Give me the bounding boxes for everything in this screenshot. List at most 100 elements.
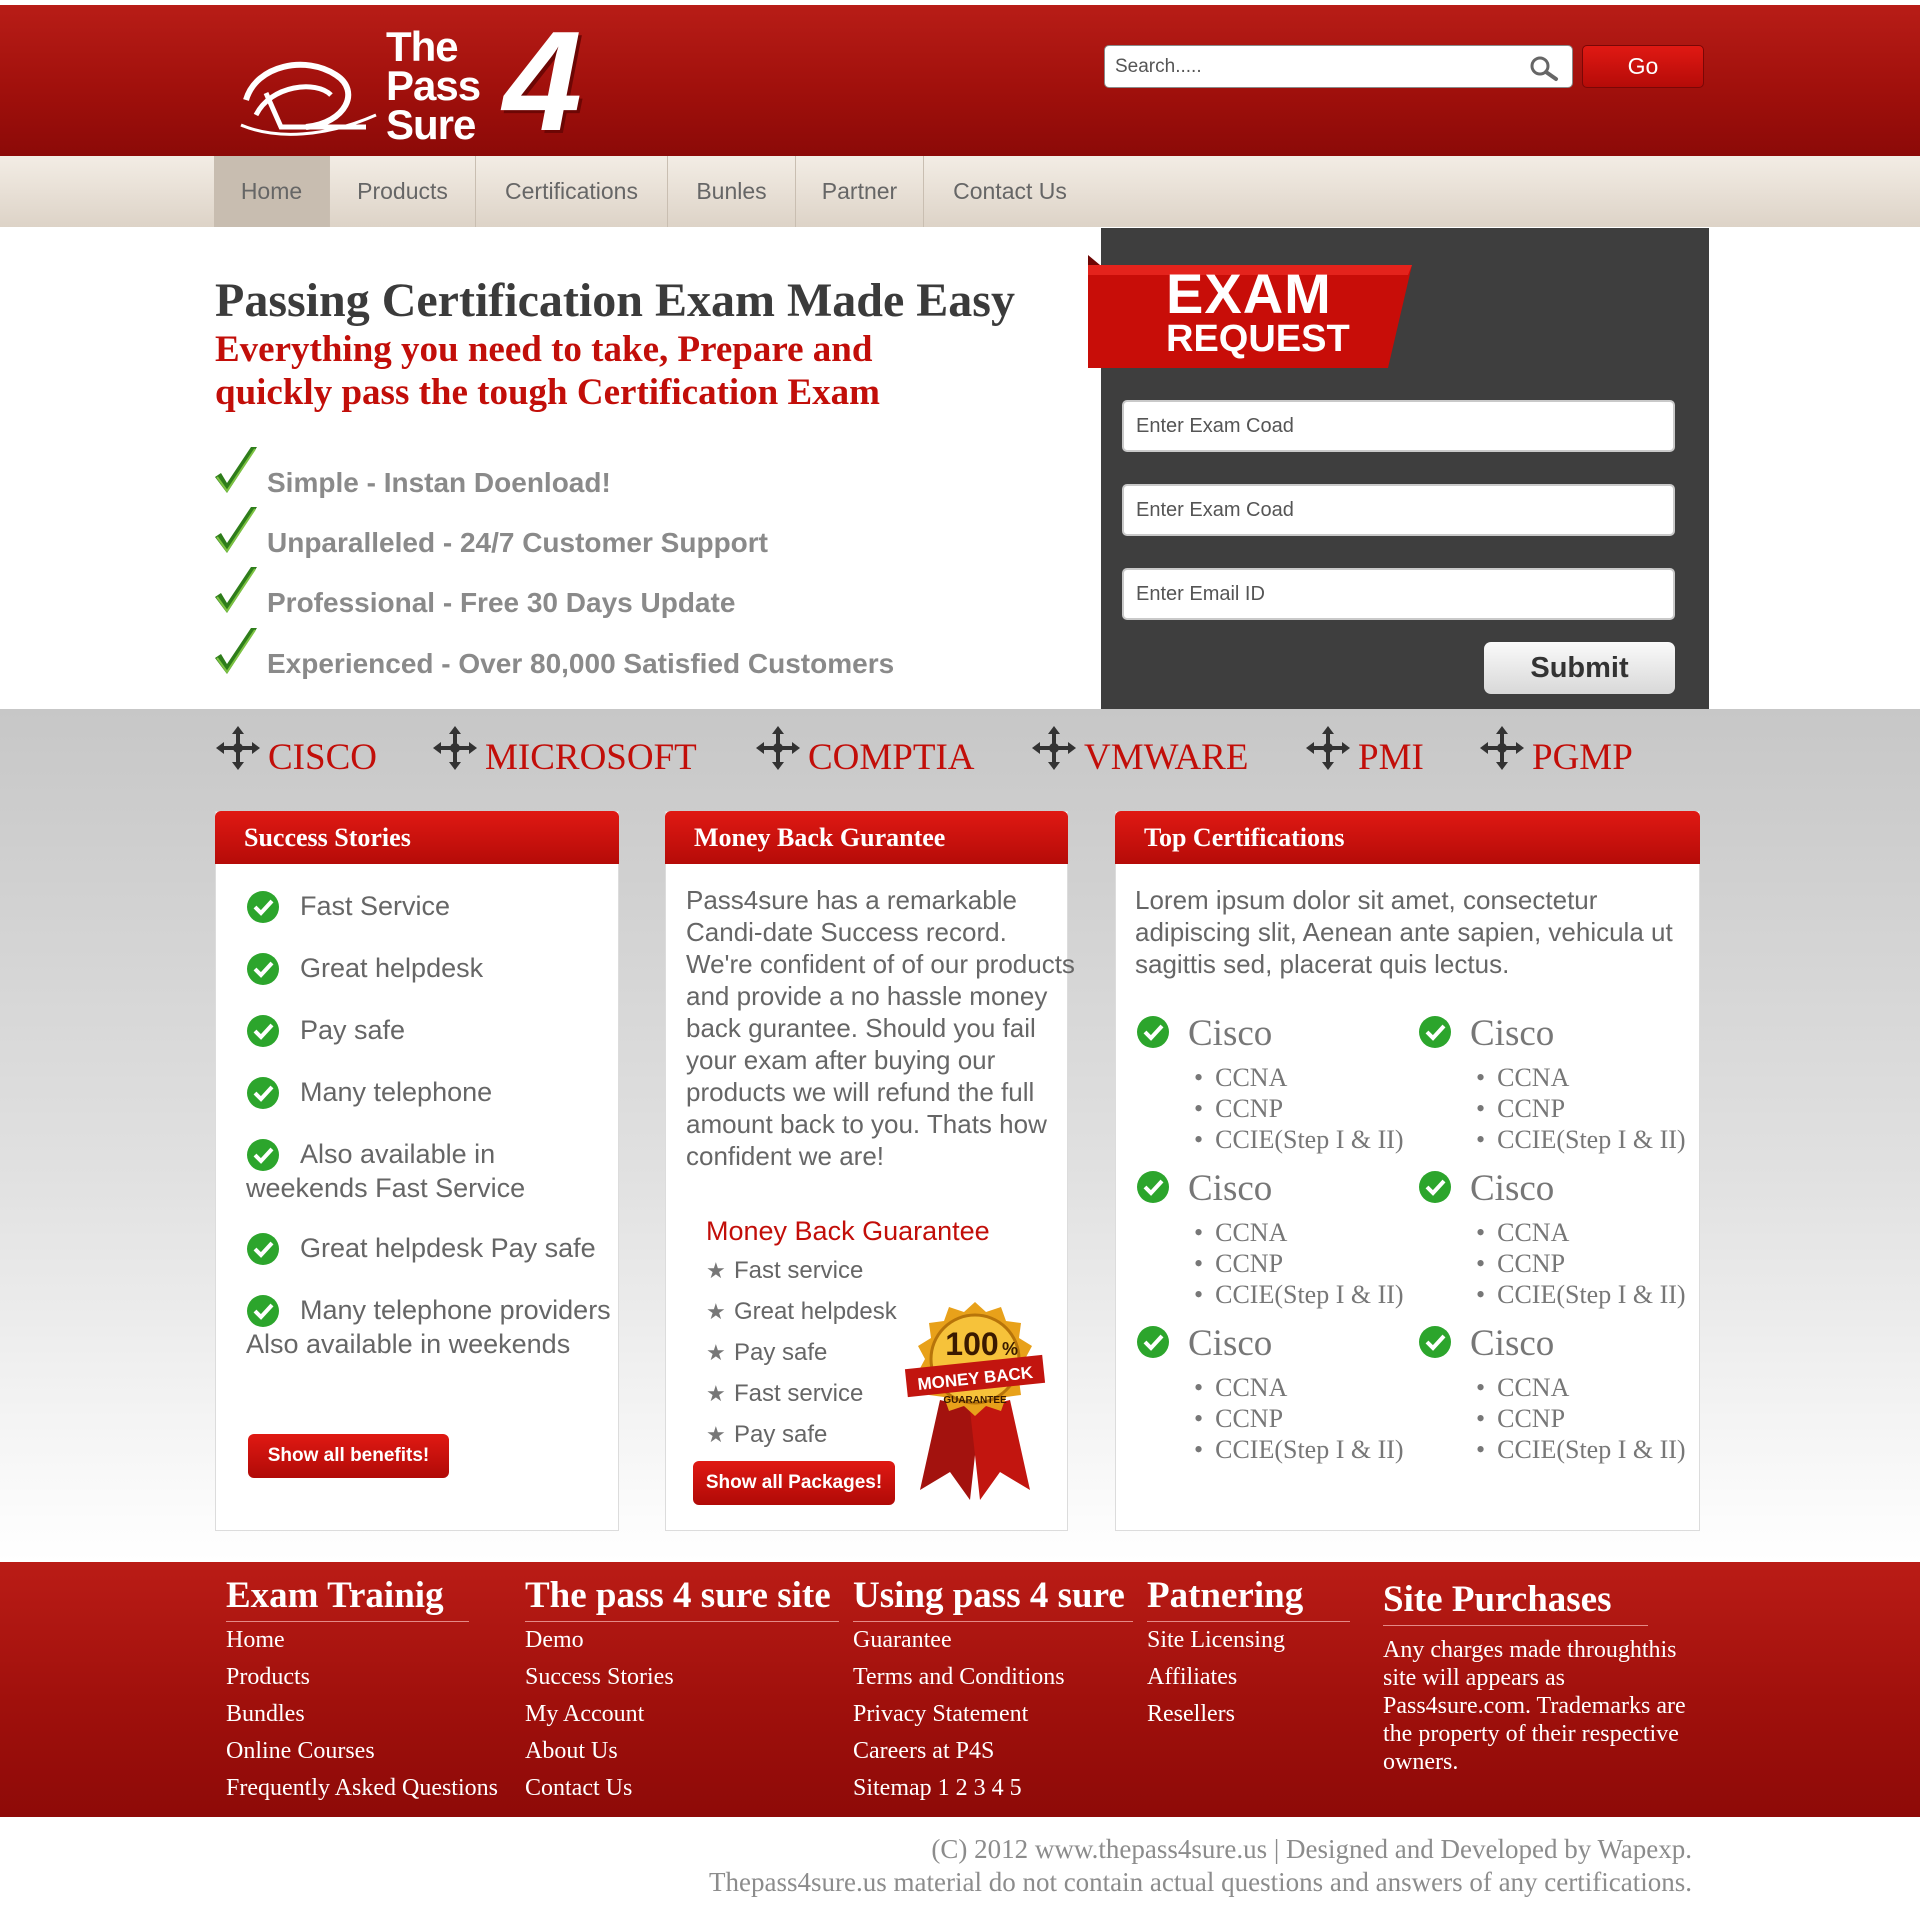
footer-link[interactable]: Products xyxy=(226,1659,469,1696)
footer-link[interactable]: Site Licensing xyxy=(1147,1622,1350,1659)
top-certifications-description: Lorem ipsum dolor sit amet, consectetur … xyxy=(1135,885,1673,979)
cert-item[interactable]: CCNA xyxy=(1194,1062,1404,1093)
nav-item-products[interactable]: Products xyxy=(330,156,476,227)
cert-group-name: Cisco xyxy=(1188,1168,1273,1209)
checkmark-icon xyxy=(215,628,257,674)
footer-link[interactable]: Online Courses xyxy=(226,1733,469,1770)
search-box xyxy=(1104,45,1573,88)
search-icon[interactable] xyxy=(1527,54,1561,82)
cert-item[interactable]: CCNA xyxy=(1476,1217,1686,1248)
cert-item[interactable]: CCIE(Step I & II) xyxy=(1194,1124,1403,1155)
nav-item-bunles[interactable]: Bunles xyxy=(668,156,796,227)
cert-group-title[interactable]: Cisco xyxy=(1418,1167,1554,1210)
submit-button[interactable]: Submit xyxy=(1484,642,1675,694)
email-field[interactable] xyxy=(1122,568,1675,620)
green-check-icon xyxy=(247,1077,279,1109)
cross-arrows-icon xyxy=(1306,726,1350,770)
exam-banner-title: EXAM xyxy=(1166,262,1332,325)
footer-column-site-purchases: Site Purchases Any charges made throught… xyxy=(1383,1578,1686,1776)
cert-group-title[interactable]: Cisco xyxy=(1136,1012,1272,1055)
show-packages-button[interactable]: Show all Packages! xyxy=(693,1461,895,1505)
list-item: Great helpdesk Pay safe xyxy=(246,1232,626,1266)
exam-code-field-2[interactable] xyxy=(1122,484,1675,536)
money-back-badge: 100 % MONEY BACK GUARANTEE xyxy=(904,1302,1046,1500)
cert-item[interactable]: CCNP xyxy=(1194,1248,1404,1279)
checkmark-icon xyxy=(215,447,257,493)
cert-item[interactable]: CCNP xyxy=(1476,1403,1686,1434)
list-item: Many telephone providers Also available … xyxy=(246,1294,618,1361)
cert-group-title[interactable]: Cisco xyxy=(1418,1012,1554,1055)
footer-purchases-text: Any charges made throughthis site will a… xyxy=(1383,1637,1686,1775)
vendor-name: COMPTIA xyxy=(808,737,975,778)
cert-list: CCNA CCNP CCIE(Step I & II) xyxy=(1194,1062,1404,1155)
footer-link[interactable]: Careers at P4S xyxy=(853,1733,1133,1770)
green-check-icon xyxy=(1419,1016,1451,1048)
copyright-line: (C) 2012 www.thepass4sure.us | Designed … xyxy=(931,1834,1692,1864)
footer-link[interactable]: My Account xyxy=(525,1696,839,1733)
footer-link[interactable]: Sitemap 1 2 3 4 5 xyxy=(853,1770,1133,1807)
top-certifications-panel: Top Certifications Lorem ipsum dolor sit… xyxy=(1115,811,1700,1531)
cert-item[interactable]: CCNP xyxy=(1194,1403,1404,1434)
footer-link[interactable]: Demo xyxy=(525,1622,839,1659)
star-icon: ★ xyxy=(706,1422,726,1447)
list-item: ★ Fast service xyxy=(706,1380,863,1408)
search-go-button[interactable]: Go xyxy=(1582,45,1704,88)
footer-link[interactable]: Success Stories xyxy=(525,1659,839,1696)
list-item: Also available in weekends Fast Service xyxy=(246,1138,606,1205)
cert-list: CCNA CCNP CCIE(Step I & II) xyxy=(1194,1372,1404,1465)
footer-column-title: Site Purchases xyxy=(1383,1578,1648,1626)
list-item-label: Fast Service xyxy=(300,891,451,921)
cert-item[interactable]: CCIE(Step I & II) xyxy=(1194,1279,1403,1310)
cert-list: CCNA CCNP CCIE(Step I & II) xyxy=(1194,1217,1404,1310)
cert-list: CCNA CCNP CCIE(Step I & II) xyxy=(1476,1217,1686,1310)
footer-link[interactable]: Frequently Asked Questions xyxy=(226,1770,498,1807)
vendor-name: MICROSOFT xyxy=(485,737,697,778)
list-item-label: Great helpdesk xyxy=(734,1298,897,1325)
footer-link[interactable]: Guarantee xyxy=(853,1622,1133,1659)
footer-column-partnering: Patnering Site Licensing Affiliates Rese… xyxy=(1147,1574,1350,1733)
cert-group-name: Cisco xyxy=(1188,1323,1273,1364)
cert-item[interactable]: CCIE(Step I & II) xyxy=(1476,1279,1685,1310)
panel-title: Money Back Gurantee xyxy=(665,811,1068,864)
vendor-name: CISCO xyxy=(268,737,377,778)
nav-item-partner[interactable]: Partner xyxy=(796,156,924,227)
cert-item[interactable]: CCNP xyxy=(1476,1248,1686,1279)
list-item: ★ Great helpdesk xyxy=(706,1298,897,1326)
cert-item[interactable]: CCNA xyxy=(1476,1062,1686,1093)
cert-item[interactable]: CCIE(Step I & II) xyxy=(1194,1434,1403,1465)
cert-item[interactable]: CCNA xyxy=(1476,1372,1686,1403)
logo-word-the: The xyxy=(386,23,459,70)
cert-item[interactable]: CCIE(Step I & II) xyxy=(1476,1124,1685,1155)
footer-link[interactable]: About Us xyxy=(525,1733,839,1770)
exam-code-field[interactable] xyxy=(1122,400,1675,452)
footer-link[interactable]: Resellers xyxy=(1147,1696,1350,1733)
cert-group-title[interactable]: Cisco xyxy=(1136,1167,1272,1210)
footer-link[interactable]: Home xyxy=(226,1622,469,1659)
cert-group-name: Cisco xyxy=(1188,1013,1273,1054)
footer-link[interactable]: Contact Us xyxy=(525,1770,839,1807)
cert-group-title[interactable]: Cisco xyxy=(1136,1322,1272,1365)
panel-title: Success Stories xyxy=(215,811,619,864)
nav-item-home[interactable]: Home xyxy=(214,156,330,227)
footer-link[interactable]: Affiliates xyxy=(1147,1659,1350,1696)
footer-link[interactable]: Privacy Statement xyxy=(853,1696,1133,1733)
cert-item[interactable]: CCNA xyxy=(1194,1217,1404,1248)
nav-item-certifications[interactable]: Certifications xyxy=(476,156,668,227)
hero-subtitle: Everything you need to take, Prepare and… xyxy=(215,329,881,413)
cert-group-title[interactable]: Cisco xyxy=(1418,1322,1554,1365)
search-input[interactable] xyxy=(1115,54,1515,80)
show-benefits-button[interactable]: Show all benefits! xyxy=(248,1434,449,1478)
footer-link[interactable]: Bundles xyxy=(226,1696,469,1733)
green-check-icon xyxy=(1419,1326,1451,1358)
footer-column-site: The pass 4 sure site Demo Success Storie… xyxy=(525,1574,839,1807)
cert-item[interactable]: CCNP xyxy=(1476,1093,1686,1124)
site-logo[interactable]: The Pass Sure 4 xyxy=(236,11,596,153)
nav-item-contact-us[interactable]: Contact Us xyxy=(924,156,1096,227)
cert-item[interactable]: CCNA xyxy=(1194,1372,1404,1403)
list-item-label: Many telephone providers Also available … xyxy=(246,1295,611,1359)
footer-link[interactable]: Terms and Conditions xyxy=(853,1659,1133,1696)
cert-item[interactable]: CCNP xyxy=(1194,1093,1404,1124)
green-check-icon xyxy=(247,1295,279,1327)
cert-item[interactable]: CCIE(Step I & II) xyxy=(1476,1434,1685,1465)
badge-subtext: GUARANTEE xyxy=(943,1395,1007,1406)
